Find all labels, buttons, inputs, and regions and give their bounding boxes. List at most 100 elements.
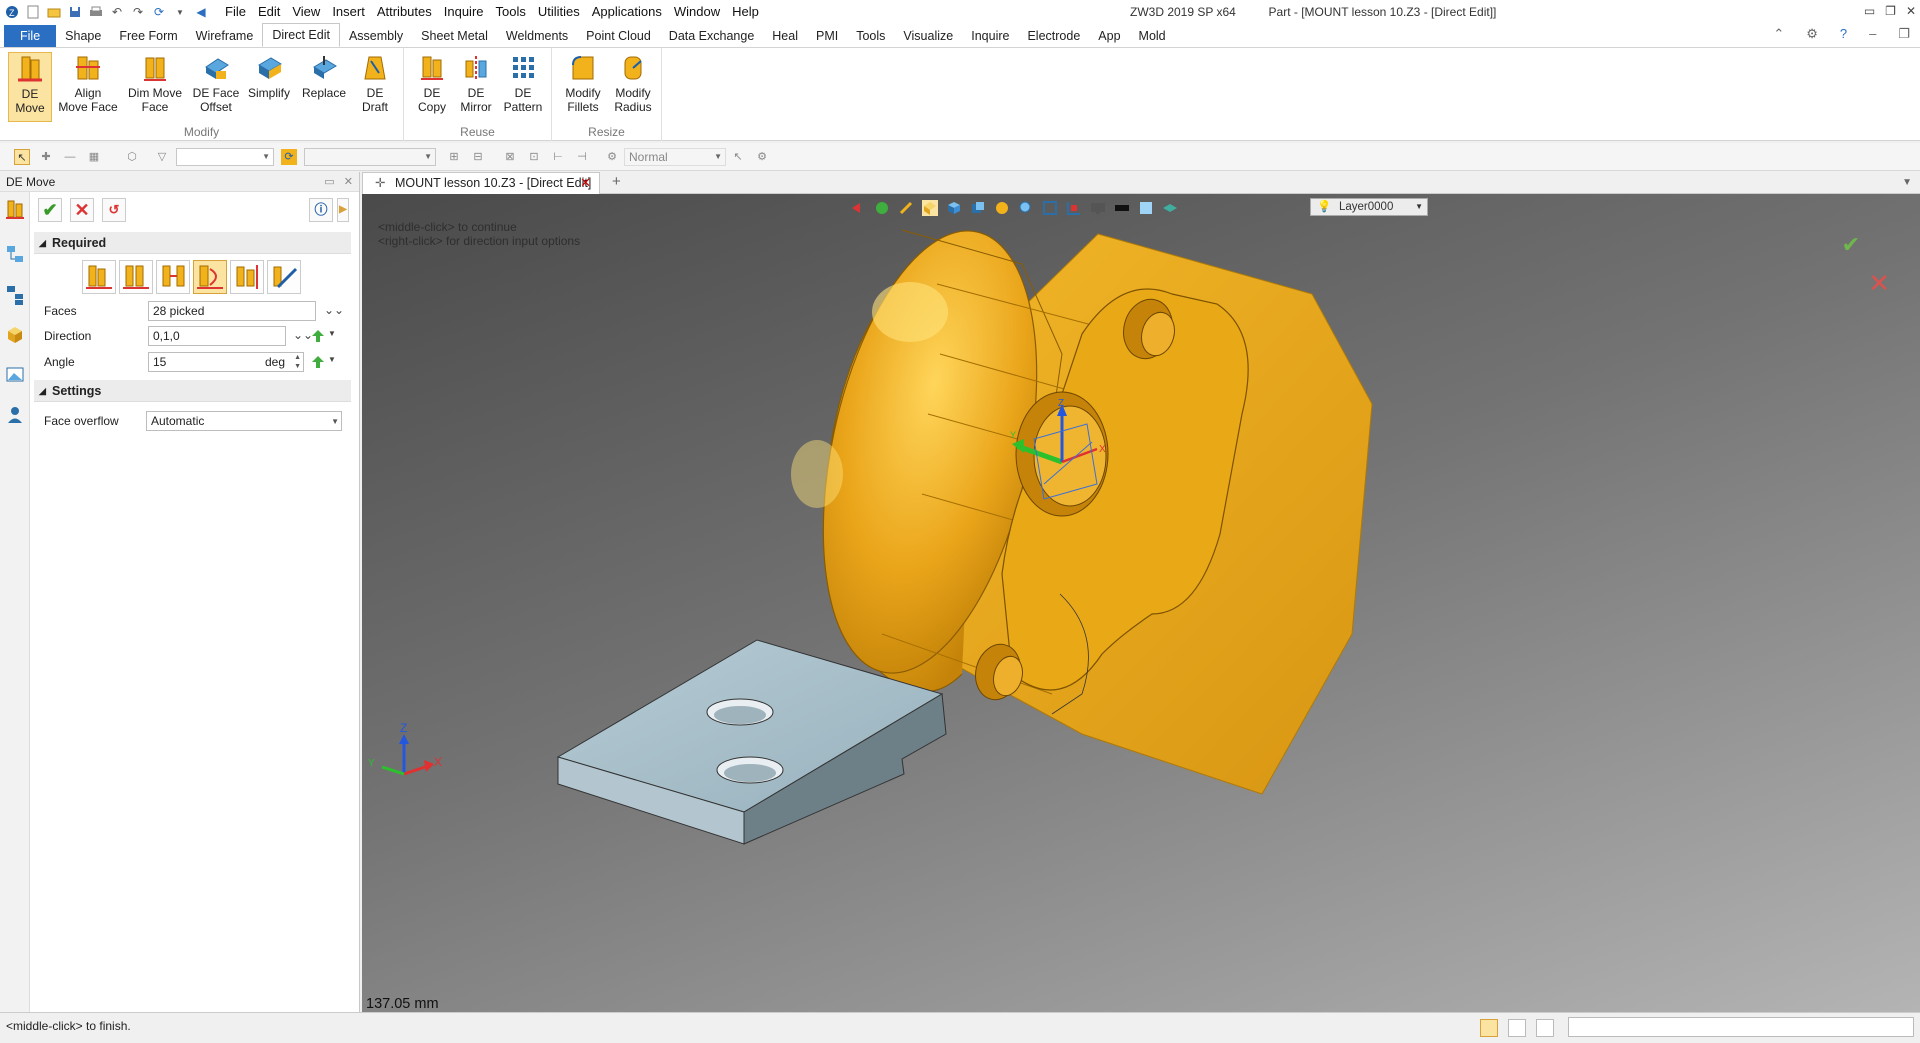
minimize-restore-icon[interactable]: ▭ [1864, 0, 1875, 22]
document-tab-close-icon[interactable]: ✕ [580, 173, 591, 193]
modify-radius-button[interactable]: Modify Radius [608, 52, 658, 114]
close-window-icon[interactable]: ✕ [1906, 0, 1916, 22]
assembly-tree-icon[interactable] [5, 284, 25, 306]
pin-icon[interactable]: ▭ [324, 176, 334, 188]
line-filter-icon[interactable]: — [62, 149, 78, 165]
apply-button[interactable]: ↺ [102, 198, 126, 222]
align-move-face-button[interactable]: Align Move Face [56, 52, 120, 114]
panel-extra-button[interactable]: ▶ [337, 198, 349, 222]
options-icon[interactable]: ⚙ [754, 149, 770, 165]
document-tab[interactable]: ✛ MOUNT lesson 10.Z3 - [Direct Edit] ✕ [362, 172, 600, 194]
customize-dropdown-icon[interactable]: ▼ [172, 4, 188, 20]
tab-free-form[interactable]: Free Form [110, 25, 186, 47]
tab-inquire[interactable]: Inquire [962, 25, 1018, 47]
pick-filter-icon[interactable]: ▦ [86, 149, 102, 165]
snap-icon-1[interactable]: ⊞ [446, 149, 462, 165]
ok-button[interactable]: ✔ [38, 198, 62, 222]
tab-mold[interactable]: Mold [1130, 25, 1175, 47]
move-along-direction-icon[interactable] [267, 260, 301, 294]
de-pattern-button[interactable]: DE Pattern [500, 52, 546, 114]
user-icon[interactable] [5, 404, 25, 426]
print-icon[interactable] [88, 4, 104, 20]
required-section-header[interactable]: ◢ Required [34, 232, 351, 254]
collapse-arrow-icon[interactable]: ◀ [193, 4, 209, 20]
tab-file[interactable]: File [4, 25, 57, 47]
faces-field[interactable]: 28 picked [148, 301, 316, 321]
panel-close-icon[interactable]: ✕ [344, 176, 353, 188]
de-mirror-button[interactable]: DE Mirror [456, 52, 496, 114]
status-toggle-icon-1[interactable] [1480, 1019, 1498, 1037]
graphics-viewport[interactable]: <middle-click> to continue <right-click>… [362, 194, 1920, 1012]
simplify-button[interactable]: Simplify [244, 52, 294, 100]
funnel-icon[interactable]: ▽ [154, 149, 170, 165]
snap-icon-3[interactable]: ⊠ [502, 149, 518, 165]
new-tab-icon[interactable]: + [612, 172, 621, 192]
status-input-field[interactable] [1568, 1017, 1914, 1037]
shape-filter-icon[interactable]: ⬡ [124, 149, 140, 165]
cursor-icon[interactable]: ↖ [730, 149, 746, 165]
select-arrow-icon[interactable]: ↖ [14, 149, 30, 165]
tab-wireframe[interactable]: Wireframe [187, 25, 263, 47]
direction-field[interactable]: 0,1,0 [148, 326, 286, 346]
tab-shape[interactable]: Shape [56, 25, 110, 47]
info-button[interactable]: ⓘ [309, 198, 333, 222]
status-monitor-icon[interactable] [1508, 1019, 1526, 1037]
angle-field[interactable]: 15 deg ▲ ▼ [148, 352, 304, 372]
tab-point-cloud[interactable]: Point Cloud [577, 25, 660, 47]
pick-combo[interactable]: ▼ [304, 148, 436, 166]
snap-icon-6[interactable]: ⊣ [574, 149, 590, 165]
image-icon[interactable] [5, 364, 25, 386]
snap-icon-4[interactable]: ⊡ [526, 149, 542, 165]
tab-tools[interactable]: Tools [847, 25, 894, 47]
angle-pick-icon[interactable] [311, 355, 325, 369]
tab-weldments[interactable]: Weldments [497, 25, 577, 47]
tab-heal[interactable]: Heal [763, 25, 807, 47]
tab-list-icon[interactable]: ▼ [1902, 172, 1912, 194]
tab-pmi[interactable]: PMI [807, 25, 847, 47]
move-dynamic-icon[interactable] [119, 260, 153, 294]
direction-dropdown-icon[interactable]: ▼ [328, 329, 336, 338]
move-align-icon[interactable] [230, 260, 264, 294]
smart-pick-icon[interactable]: ⟳ [281, 149, 297, 165]
menu-file[interactable]: File [219, 0, 252, 24]
menu-utilities[interactable]: Utilities [532, 0, 586, 24]
part-icon[interactable] [5, 324, 25, 346]
angle-dropdown-icon[interactable]: ▼ [328, 355, 336, 364]
dim-move-face-button[interactable]: Dim Move Face [124, 52, 186, 114]
help-icon[interactable]: ? [1840, 26, 1847, 42]
move-free-icon[interactable] [82, 260, 116, 294]
menu-help[interactable]: Help [726, 0, 765, 24]
replace-button[interactable]: Replace [298, 52, 350, 100]
settings-gear-icon[interactable]: ⚙ [1806, 26, 1818, 42]
tab-visualize[interactable]: Visualize [894, 25, 962, 47]
restore-doc-icon[interactable]: ❐ [1898, 26, 1910, 42]
tab-app[interactable]: App [1089, 25, 1129, 47]
de-move-button[interactable]: DE Move [8, 52, 52, 122]
move-rotate-icon[interactable] [193, 260, 227, 294]
app-logo-icon[interactable]: Z [4, 4, 20, 20]
new-file-icon[interactable] [25, 4, 41, 20]
settings-section-header[interactable]: ◢ Settings [34, 380, 351, 402]
save-icon[interactable] [67, 4, 83, 20]
tab-electrode[interactable]: Electrode [1018, 25, 1089, 47]
menu-insert[interactable]: Insert [326, 0, 371, 24]
rebuild-icon[interactable]: ⟳ [151, 4, 167, 20]
angle-spinner-icon[interactable]: ▲ ▼ [294, 353, 301, 371]
menu-tools[interactable]: Tools [490, 0, 532, 24]
render-settings-icon[interactable]: ⚙ [604, 149, 620, 165]
faces-expand-icon[interactable]: ⌄⌄ [324, 303, 344, 317]
snap-icon-5[interactable]: ⊢ [550, 149, 566, 165]
restore-icon[interactable]: ❐ [1885, 0, 1896, 22]
feature-manager-icon[interactable] [5, 198, 25, 220]
menu-attributes[interactable]: Attributes [371, 0, 438, 24]
menu-window[interactable]: Window [668, 0, 726, 24]
direction-pick-icon[interactable] [311, 329, 325, 343]
open-folder-icon[interactable] [46, 4, 62, 20]
cancel-button[interactable]: ✕ [70, 198, 94, 222]
menu-inquire[interactable]: Inquire [438, 0, 490, 24]
minimize-doc-icon[interactable]: – [1869, 26, 1876, 42]
menu-edit[interactable]: Edit [252, 0, 286, 24]
modify-fillets-button[interactable]: Modify Fillets [558, 52, 608, 114]
face-overflow-select[interactable]: Automatic ▼ [146, 411, 342, 431]
tab-assembly[interactable]: Assembly [340, 25, 412, 47]
